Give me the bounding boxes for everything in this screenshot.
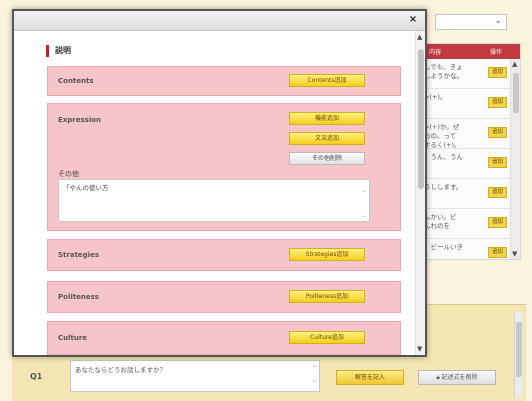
strategies-label: Strategies (58, 251, 99, 259)
scroll-arrows-icon: ⌃ ⌄ (311, 365, 317, 384)
scroll-down-icon[interactable]: ▼ (417, 345, 422, 353)
add-button[interactable]: 追加 (488, 127, 507, 138)
add-function-button[interactable]: 機能追加 (289, 112, 365, 125)
row-text: 。ビールいき (424, 243, 463, 251)
dialog-titlebar: × (14, 11, 425, 31)
other-text: 「やんの使い方 (63, 184, 109, 192)
scrollbar-thumb[interactable] (513, 73, 519, 113)
dialog-body: 説明 Contents Contents追加 Expression 機能追加 文… (14, 31, 415, 355)
table-scrollbar[interactable]: ▲ ▼ (510, 59, 520, 259)
add-button[interactable]: 追加 (488, 187, 507, 198)
add-strategies-button[interactable]: Strategies追加 (289, 248, 365, 261)
other-label: その他 (58, 170, 79, 178)
row-text: 。うん、うん (424, 153, 463, 161)
culture-panel: Culture Culture追加 (47, 321, 401, 355)
dialog-scrollbar[interactable]: ▲ ▼ (415, 31, 425, 355)
add-culture-button[interactable]: Culture追加 (289, 331, 365, 344)
transcript-table: 内容 操作 しでも、きょ しようかな。 追加 =(+)。 追加 =(+)か。ぜ … (420, 43, 521, 260)
column-header-content: 内容 (429, 49, 442, 56)
scroll-up-icon[interactable]: ▲ (417, 33, 422, 41)
strategies-panel: Strategies Strategies追加 (47, 239, 401, 271)
politeness-label: Politeness (58, 293, 99, 301)
column-header-action: 操作 (490, 49, 503, 56)
culture-label: Culture (58, 334, 88, 342)
politeness-panel: Politeness Politeness追加 (47, 281, 401, 313)
add-contents-button[interactable]: Contents追加 (289, 74, 365, 87)
scroll-up-icon[interactable]: ▲ (512, 60, 517, 68)
row-text: =(+)か。ぜ おの。って するく(+)。 (424, 123, 461, 149)
add-grammar-button[interactable]: 文法追加 (289, 132, 365, 145)
add-button[interactable]: 追加 (488, 247, 507, 258)
table-row: =(+)か。ぜ おの。って するく(+)。 追加 (421, 119, 520, 149)
row-text: うしします。 (424, 183, 463, 191)
table-row: んかい。ビ んれのを 追加 (421, 209, 520, 239)
delete-question-button[interactable]: 🔒︎ 記述式を削除 (418, 370, 496, 385)
add-answer-button[interactable]: 解答を記入 (336, 370, 404, 385)
table-header: 内容 操作 (421, 44, 520, 59)
chevron-down-icon: ⌄ (494, 16, 502, 26)
expression-panel: Expression 機能追加 文法追加 その他削除 その他 「やんの使い方 ⌃… (47, 103, 401, 231)
expression-label: Expression (58, 116, 102, 124)
add-politeness-button[interactable]: Politeness追加 (289, 290, 365, 303)
row-text: しでも、きょ しようかな。 (424, 63, 463, 80)
description-dialog: × 説明 Contents Contents追加 Expression 機能追加… (12, 9, 427, 357)
scroll-down-icon[interactable]: ▼ (512, 250, 517, 258)
add-button[interactable]: 追加 (488, 157, 507, 168)
page-scrollbar[interactable] (514, 312, 523, 398)
add-button[interactable]: 追加 (488, 97, 507, 108)
row-text: んかい。ビ んれのを (424, 213, 457, 230)
scroll-arrows-icon: ⌃ ⌄ (361, 190, 367, 219)
table-row: 。うん、うん 追加 (421, 149, 520, 179)
other-textarea[interactable]: 「やんの使い方 ⌃ ⌄ (58, 179, 370, 222)
contents-panel: Contents Contents追加 (47, 66, 401, 96)
question-textarea[interactable]: あなたならどうお話しますか？ ⌃ ⌄ (70, 360, 320, 392)
delete-other-button[interactable]: その他削除 (289, 152, 365, 165)
question-text: あなたならどうお話しますか？ (75, 366, 166, 374)
row-text: =(+)。 (424, 93, 447, 101)
add-button[interactable]: 追加 (488, 217, 507, 228)
close-icon[interactable]: × (407, 14, 419, 26)
scrollbar-thumb[interactable] (418, 49, 424, 189)
scrollbar-thumb[interactable] (516, 322, 522, 377)
table-row: =(+)。 追加 (421, 89, 520, 119)
section-heading: 説明 (46, 45, 71, 57)
table-row: 。ビールいき 追加 (421, 239, 520, 269)
add-button[interactable]: 追加 (488, 67, 507, 78)
filter-select[interactable]: ⌄ (435, 14, 507, 30)
delete-question-label: 記述式を削除 (441, 374, 478, 381)
contents-label: Contents (58, 77, 94, 85)
table-row: しでも、きょ しようかな。 追加 (421, 59, 520, 89)
question-label: Q1 (30, 372, 43, 381)
table-row: うしします。 追加 (421, 179, 520, 209)
